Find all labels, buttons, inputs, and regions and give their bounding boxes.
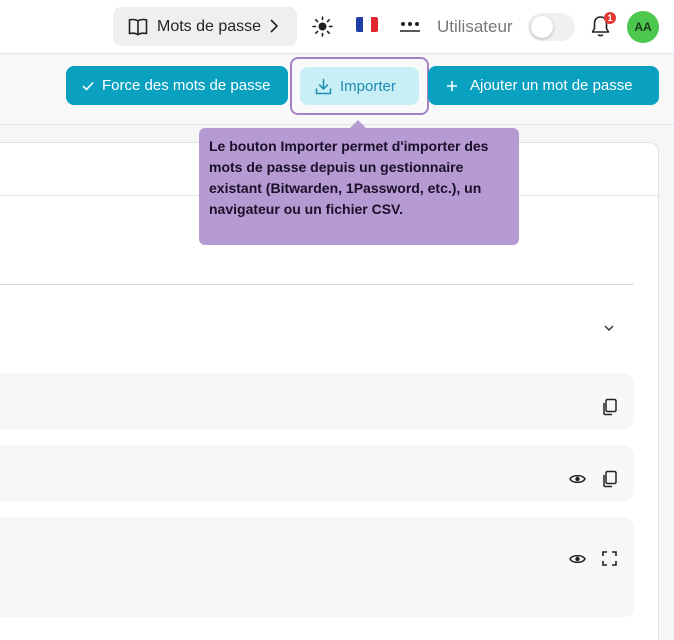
tooltip-arrow — [350, 120, 366, 128]
notification-badge: 1 — [604, 12, 616, 24]
plus-icon — [447, 80, 457, 91]
list-item[interactable] — [0, 517, 634, 617]
check-icon — [82, 81, 94, 91]
password-strength-button[interactable]: Force des mots de passe — [66, 66, 288, 105]
expand-icon[interactable] — [602, 551, 617, 566]
flag-fr-icon[interactable] — [356, 17, 378, 32]
download-icon — [315, 78, 332, 94]
user-toggle[interactable] — [528, 13, 575, 41]
list-item[interactable] — [0, 445, 634, 501]
import-tooltip: Le bouton Importer permet d'importer des… — [199, 128, 519, 245]
import-label: Importer — [340, 77, 396, 95]
chevron-down-icon[interactable] — [603, 324, 615, 332]
eye-icon[interactable] — [569, 473, 586, 485]
book-icon — [128, 18, 148, 35]
toggle-knob — [531, 16, 553, 38]
add-password-button[interactable]: Ajouter un mot de passe — [428, 66, 659, 105]
section-divider — [0, 284, 634, 285]
import-button[interactable]: Importer — [300, 67, 419, 105]
password-dots-icon[interactable] — [400, 21, 420, 33]
top-bar: Mots de passe Utilisateur 1 AA — [0, 0, 674, 54]
copy-icon[interactable] — [601, 398, 618, 416]
avatar[interactable]: AA — [627, 11, 659, 43]
password-strength-label: Force des mots de passe — [102, 77, 271, 94]
user-label: Utilisateur — [437, 17, 513, 36]
chevron-right-icon — [270, 19, 279, 33]
toolbar: Force des mots de passe Importer Ajouter… — [0, 55, 674, 125]
breadcrumb-label: Mots de passe — [157, 17, 262, 35]
list-item[interactable] — [0, 373, 634, 429]
breadcrumb[interactable]: Mots de passe — [113, 7, 297, 46]
sun-icon[interactable] — [312, 16, 333, 37]
copy-icon[interactable] — [601, 470, 618, 488]
eye-icon[interactable] — [569, 553, 586, 565]
add-password-label: Ajouter un mot de passe — [470, 77, 633, 94]
